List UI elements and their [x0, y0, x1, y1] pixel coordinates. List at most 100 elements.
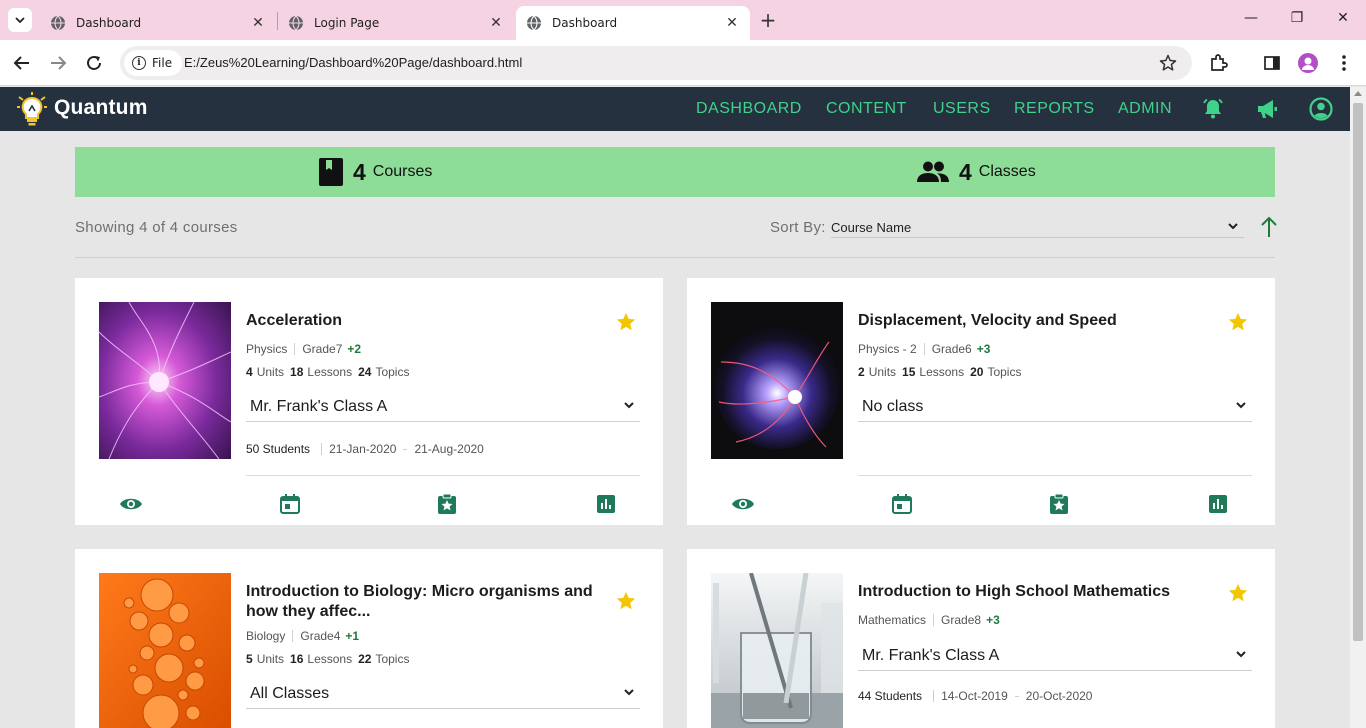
sort-label: Sort By: [770, 219, 826, 236]
courses-label: Courses [372, 163, 433, 180]
meta-separator [933, 614, 935, 626]
favorite-star-icon[interactable] [615, 590, 637, 612]
course-grade-extra: +3 [976, 342, 991, 356]
reload-button[interactable] [82, 51, 106, 75]
course-card-acceleration[interactable]: Acceleration Physics Grade7 +2 4 Units 18… [75, 278, 663, 525]
tab-close-icon[interactable]: ✕ [488, 15, 504, 31]
site-info-chip[interactable]: i File [124, 50, 183, 76]
preview-eye-icon[interactable] [731, 492, 755, 516]
course-title[interactable]: Displacement, Velocity and Speed [858, 311, 1208, 331]
page-scrollbar[interactable] [1350, 87, 1366, 728]
nav-content[interactable]: CONTENT [826, 100, 907, 118]
sort-ascending-arrow-icon[interactable] [1259, 216, 1279, 238]
reports-chart-icon[interactable] [1206, 492, 1230, 516]
course-lessons: 18 [290, 365, 304, 379]
profile-avatar[interactable] [1298, 53, 1318, 73]
listing-divider [75, 257, 1275, 258]
course-card-mathematics[interactable]: Introduction to High School Mathematics … [687, 549, 1275, 728]
favorite-star-icon[interactable] [615, 311, 637, 333]
course-grade-extra: +1 [345, 629, 360, 643]
card-divider [858, 475, 1252, 476]
lab-glassware-image [711, 573, 843, 728]
megaphone-icon[interactable] [1254, 96, 1280, 122]
new-tab-button[interactable]: + [758, 9, 778, 31]
topics-label: Topics [987, 365, 1022, 379]
card-divider [246, 475, 640, 476]
scrollbar-thumb[interactable] [1353, 103, 1363, 641]
card-actions [687, 492, 1275, 522]
browser-tab-dashboard-active[interactable]: Dashboard ✕ [516, 6, 750, 40]
extensions-button[interactable] [1206, 51, 1230, 75]
class-select-value: All Classes [250, 685, 330, 702]
minimize-button[interactable]: — [1241, 10, 1261, 26]
classes-summary: 4 Classes [917, 147, 1036, 197]
back-button[interactable] [10, 51, 34, 75]
nav-reports[interactable]: REPORTS [1014, 100, 1095, 118]
courses-summary: 4 Courses [319, 147, 432, 197]
browser-tab-strip: Dashboard ✕ Login Page ✕ Dashboard ✕ + —… [0, 0, 1366, 40]
restore-button[interactable]: ❐ [1287, 10, 1307, 26]
tab-title: Login Page [314, 16, 380, 30]
browser-tab-login[interactable]: Login Page ✕ [278, 6, 514, 40]
course-stats: 2 Units 15 Lessons 20 Topics [858, 365, 1021, 379]
nav-admin[interactable]: ADMIN [1118, 100, 1172, 118]
class-select[interactable]: No class [858, 394, 1252, 422]
chevron-down-icon [1228, 223, 1238, 230]
tab-close-icon[interactable]: ✕ [724, 15, 740, 31]
course-thumbnail [711, 302, 843, 459]
scroll-up-arrow-icon[interactable] [1354, 91, 1362, 96]
topics-label: Topics [375, 652, 410, 666]
browser-menu-button[interactable] [1332, 51, 1356, 75]
course-enrollment: 50 Students 21-Jan-2020 21-Aug-2020 [246, 442, 484, 456]
course-enrollment: 44 Students 14-Oct-2019 20-Oct-2020 [858, 689, 1092, 703]
tab-close-icon[interactable]: ✕ [250, 15, 266, 31]
brand-name: Quantum [54, 96, 148, 119]
meta-separator [294, 343, 296, 355]
preview-eye-icon[interactable] [119, 492, 143, 516]
grade-submission-icon[interactable] [1047, 492, 1071, 516]
course-subject: Physics - 2 [858, 342, 917, 356]
window-close-button[interactable]: ✕ [1333, 10, 1353, 26]
url-text[interactable]: E:/Zeus%20Learning/Dashboard%20Page/dash… [184, 55, 522, 70]
class-select[interactable]: Mr. Frank's Class A [858, 643, 1252, 671]
people-icon [917, 161, 949, 182]
units-label: Units [256, 652, 285, 666]
browser-tab-dashboard-1[interactable]: Dashboard ✕ [40, 6, 276, 40]
course-subject-grade: Mathematics Grade8 +3 [858, 613, 1000, 627]
course-grade: Grade4 [300, 629, 341, 643]
lessons-label: Lessons [307, 652, 353, 666]
tab-search-button[interactable] [8, 8, 32, 32]
course-title[interactable]: Introduction to Biology: Micro organisms… [246, 582, 601, 622]
reports-chart-icon[interactable] [594, 492, 618, 516]
reload-icon [87, 55, 101, 70]
bookmark-star-icon[interactable] [1158, 53, 1178, 73]
course-title[interactable]: Introduction to High School Mathematics [858, 582, 1208, 602]
course-card-biology[interactable]: Introduction to Biology: Micro organisms… [75, 549, 663, 728]
course-topics: 22 [358, 652, 372, 666]
date-dash [1014, 695, 1019, 697]
calendar-icon[interactable] [890, 492, 914, 516]
nav-dashboard[interactable]: DASHBOARD [696, 100, 802, 118]
forward-button[interactable] [46, 51, 70, 75]
course-subject: Mathematics [858, 613, 927, 627]
calendar-icon[interactable] [278, 492, 302, 516]
notification-bell-icon[interactable] [1200, 96, 1226, 122]
class-select[interactable]: All Classes [246, 681, 640, 709]
course-card-displacement[interactable]: Displacement, Velocity and Speed Physics… [687, 278, 1275, 525]
sort-select[interactable]: Course Name [831, 218, 1244, 238]
course-start-date: 21-Jan-2020 [329, 442, 397, 456]
favorite-star-icon[interactable] [1227, 311, 1249, 333]
course-grade: Grade6 [931, 342, 972, 356]
course-title[interactable]: Acceleration [246, 311, 596, 331]
courses-count: 4 [353, 158, 366, 185]
class-select[interactable]: Mr. Frank's Class A [246, 394, 640, 422]
favorite-star-icon[interactable] [1227, 582, 1249, 604]
nav-users[interactable]: USERS [933, 100, 991, 118]
orange-bubbles-image [99, 573, 231, 728]
account-circle-icon[interactable] [1308, 96, 1334, 122]
address-bar[interactable]: i File E:/Zeus%20Learning/Dashboard%20Pa… [120, 46, 1192, 80]
side-panel-button[interactable] [1260, 51, 1284, 75]
meta-separator [933, 690, 935, 702]
info-icon: i [132, 56, 146, 70]
grade-submission-icon[interactable] [435, 492, 459, 516]
